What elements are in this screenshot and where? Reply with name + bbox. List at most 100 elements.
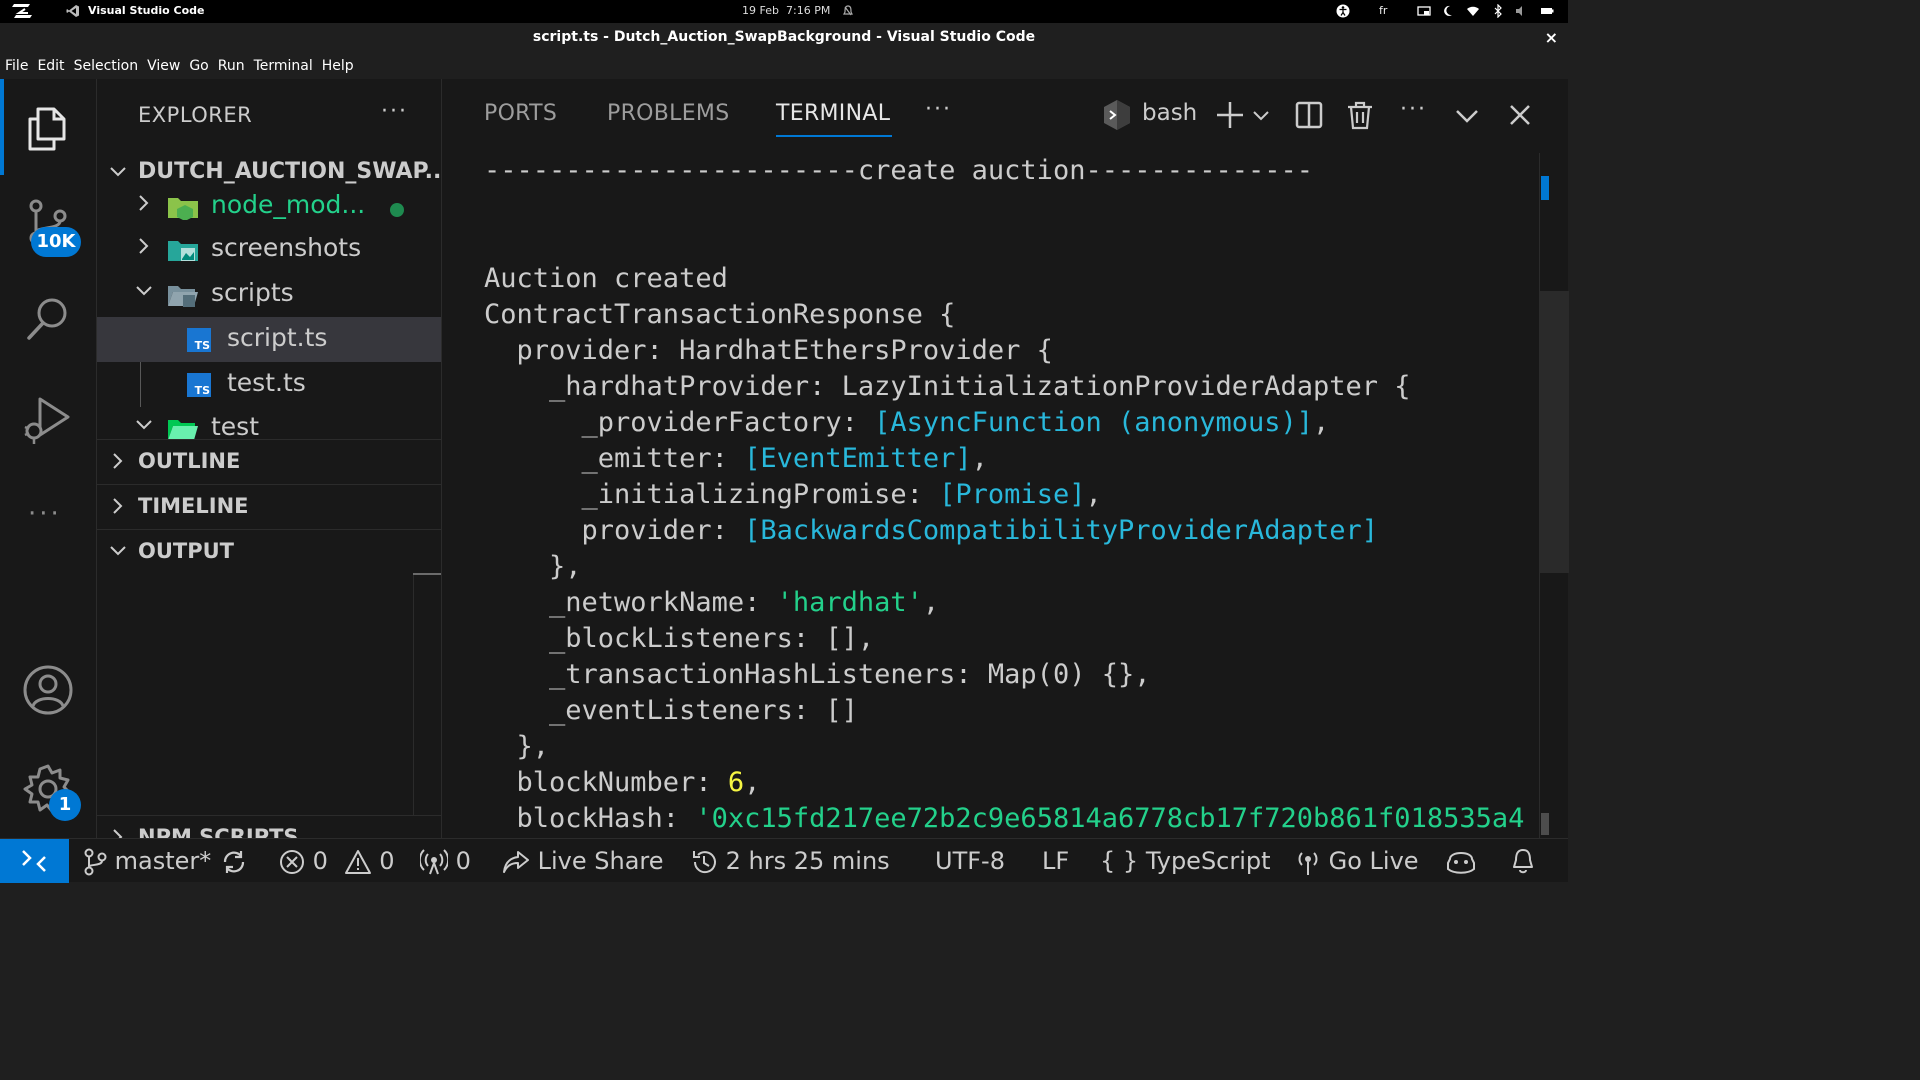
go-live-button[interactable]: Go Live xyxy=(1295,846,1419,876)
clock-time[interactable]: 7:16 PM xyxy=(786,4,830,17)
git-branch-icon xyxy=(84,848,107,876)
explorer-title: EXPLORER xyxy=(138,103,253,127)
notifications-bell-icon[interactable] xyxy=(1510,847,1536,875)
tab-problems[interactable]: PROBLEMS xyxy=(607,101,729,126)
accessibility-icon[interactable] xyxy=(1336,4,1350,18)
terminal-text: _networkName: xyxy=(484,587,777,618)
terminal-line: blockHash: '0xc15fd217ee72b2c9e65814a677… xyxy=(484,801,1525,837)
tab-terminal[interactable]: TERMINAL xyxy=(776,101,890,126)
terminal-line: _initializingPromise: [Promise], xyxy=(484,477,1102,513)
wifi-icon[interactable] xyxy=(1466,4,1480,18)
terminal-text: _blockListeners: [], xyxy=(484,623,875,654)
tree-item-script-ts[interactable]: TS script.ts xyxy=(97,317,441,362)
menu-edit[interactable]: Edit xyxy=(37,58,64,74)
language-mode: TypeScript xyxy=(1145,847,1271,875)
active-app-name[interactable]: Visual Studio Code xyxy=(88,4,205,17)
chevron-down-icon xyxy=(110,167,126,177)
terminal-output[interactable]: -----------------------create auction---… xyxy=(484,153,1538,838)
battery-icon[interactable] xyxy=(1540,4,1554,18)
tree-item-screenshots[interactable]: screenshots xyxy=(97,227,441,272)
terminal-scrollbar[interactable] xyxy=(1539,153,1569,838)
menu-file[interactable]: File xyxy=(5,58,28,74)
menu-help[interactable]: Help xyxy=(322,58,354,74)
os-top-bar: Visual Studio Code 19 Feb 7:16 PM fr xyxy=(0,0,1568,23)
tree-item-label: test xyxy=(211,412,260,439)
night-mode-icon[interactable] xyxy=(1442,4,1454,18)
terminal-line: }, xyxy=(484,549,582,585)
scrollbar-thumb[interactable] xyxy=(1540,291,1569,573)
panel-more-actions-button[interactable]: ··· xyxy=(1400,97,1427,122)
tree-item-test[interactable]: test xyxy=(97,406,441,439)
keyboard-language[interactable]: fr xyxy=(1379,4,1387,18)
zorin-logo-icon[interactable] xyxy=(10,2,34,20)
ports-count: 0 xyxy=(455,847,471,875)
terminal-shell-name[interactable]: bash xyxy=(1142,100,1197,126)
explorer-more-actions-button[interactable]: ··· xyxy=(381,99,408,124)
window-title-bar: script.ts - Dutch_Auction_SwapBackground… xyxy=(0,23,1568,52)
terminal-text: '0xc15fd217ee72b2c9e65814a6778cb17f720b8… xyxy=(695,803,1525,834)
menu-selection[interactable]: Selection xyxy=(74,58,139,74)
new-terminal-icon[interactable] xyxy=(1214,99,1246,131)
panel-tabs-more-button[interactable]: ··· xyxy=(925,97,952,122)
section-npm-scripts[interactable]: NPM SCRIPTS xyxy=(97,815,441,838)
test-folder-open-icon xyxy=(168,420,198,439)
terminal-line: _emitter: [EventEmitter], xyxy=(484,441,988,477)
go-live-label: Go Live xyxy=(1328,847,1419,875)
tree-item-scripts[interactable]: scripts xyxy=(97,272,441,317)
time-tracked: 2 hrs 25 mins xyxy=(725,847,890,875)
modified-dot-icon xyxy=(390,203,404,217)
terminal-dropdown-chevron-icon[interactable] xyxy=(1250,99,1272,131)
section-output[interactable]: OUTPUT xyxy=(97,529,441,573)
terminal-text: ContractTransactionResponse { xyxy=(484,299,956,330)
node-folder-icon xyxy=(168,198,198,220)
live-share-label: Live Share xyxy=(537,847,664,875)
tree-item-test-ts[interactable]: TS test.ts xyxy=(97,362,441,407)
terminal-text: [Promise] xyxy=(939,479,1086,510)
section-outline[interactable]: OUTLINE xyxy=(97,439,441,483)
trash-icon[interactable] xyxy=(1344,99,1376,131)
terminal-text: -----------------------create auction---… xyxy=(484,155,1314,186)
remote-indicator-button[interactable] xyxy=(0,839,69,883)
section-label: OUTLINE xyxy=(138,449,241,473)
search-icon[interactable] xyxy=(20,291,76,347)
section-label: OUTPUT xyxy=(138,539,234,563)
ports-status[interactable]: 0 xyxy=(418,846,471,876)
terminal-line: _hardhatProvider: LazyInitializationProv… xyxy=(484,369,1411,405)
volume-icon[interactable] xyxy=(1515,4,1527,18)
menu-run[interactable]: Run xyxy=(218,58,245,74)
branch-status[interactable]: master* xyxy=(83,846,211,876)
account-icon[interactable] xyxy=(20,662,76,718)
copilot-icon[interactable] xyxy=(1446,847,1476,875)
menu-go[interactable]: Go xyxy=(189,58,208,74)
bluetooth-icon[interactable] xyxy=(1493,4,1503,18)
tree-item-label: script.ts xyxy=(227,323,328,352)
terminal-text: _eventListeners: [] xyxy=(484,695,858,726)
sync-icon[interactable] xyxy=(220,848,248,876)
files-icon[interactable] xyxy=(20,99,76,155)
tree-item-node-modules[interactable]: node_mod... xyxy=(97,184,441,229)
terminal-text: _emitter: xyxy=(484,443,745,474)
encoding-status[interactable]: UTF-8 xyxy=(935,846,1005,876)
terminal-text: , xyxy=(1313,407,1330,438)
terminal-line: }, xyxy=(484,729,550,765)
time-tracker-status[interactable]: 2 hrs 25 mins xyxy=(690,846,890,876)
section-timeline[interactable]: TIMELINE xyxy=(97,484,441,528)
clock-date[interactable]: 19 Feb xyxy=(742,4,779,17)
language-mode-status[interactable]: { } TypeScript xyxy=(1100,846,1271,876)
maximize-panel-chevron-icon[interactable] xyxy=(1451,99,1483,131)
explorer-sidebar: EXPLORER ··· DUTCH_AUCTION_SWAP... node_… xyxy=(97,79,442,838)
menu-view[interactable]: View xyxy=(147,58,180,74)
terminal-text: _hardhatProvider: LazyInitializationProv… xyxy=(484,371,1411,402)
close-panel-icon[interactable] xyxy=(1504,99,1536,131)
split-terminal-icon[interactable] xyxy=(1293,99,1325,131)
screen-cast-icon[interactable] xyxy=(1417,4,1431,18)
window-close-button[interactable]: × xyxy=(1545,23,1558,52)
tab-ports[interactable]: PORTS xyxy=(484,101,557,126)
output-scroll-indicator[interactable] xyxy=(413,573,441,575)
eol-status[interactable]: LF xyxy=(1042,846,1069,876)
menu-terminal[interactable]: Terminal xyxy=(254,58,313,74)
run-debug-icon[interactable] xyxy=(20,391,76,447)
problems-status[interactable]: 0 0 xyxy=(279,846,394,876)
live-share-button[interactable]: Live Share xyxy=(502,846,664,876)
ellipsis-icon[interactable]: ··· xyxy=(28,499,62,529)
